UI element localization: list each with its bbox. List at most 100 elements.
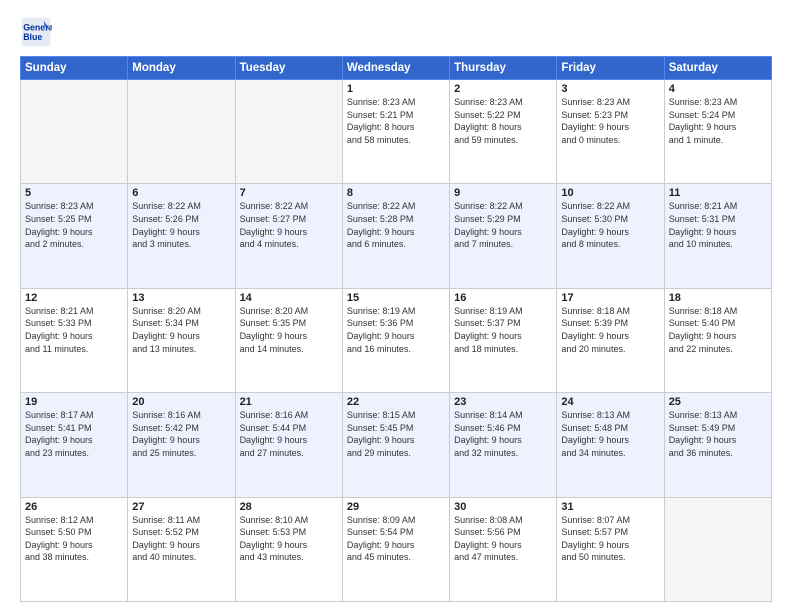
calendar-cell: 30Sunrise: 8:08 AM Sunset: 5:56 PM Dayli… [450, 497, 557, 601]
calendar-cell: 5Sunrise: 8:23 AM Sunset: 5:25 PM Daylig… [21, 184, 128, 288]
calendar-cell [235, 80, 342, 184]
day-number: 12 [25, 292, 123, 304]
day-number: 11 [669, 187, 767, 199]
day-number: 30 [454, 501, 552, 513]
day-number: 17 [561, 292, 659, 304]
day-number: 10 [561, 187, 659, 199]
logo-icon: General Blue [20, 16, 52, 48]
day-number: 6 [132, 187, 230, 199]
logo: General Blue [20, 16, 56, 48]
day-number: 31 [561, 501, 659, 513]
calendar-cell: 23Sunrise: 8:14 AM Sunset: 5:46 PM Dayli… [450, 393, 557, 497]
day-number: 9 [454, 187, 552, 199]
calendar-cell: 13Sunrise: 8:20 AM Sunset: 5:34 PM Dayli… [128, 288, 235, 392]
calendar-cell: 27Sunrise: 8:11 AM Sunset: 5:52 PM Dayli… [128, 497, 235, 601]
day-info: Sunrise: 8:19 AM Sunset: 5:37 PM Dayligh… [454, 305, 552, 355]
day-number: 19 [25, 396, 123, 408]
calendar-cell: 21Sunrise: 8:16 AM Sunset: 5:44 PM Dayli… [235, 393, 342, 497]
calendar-cell: 6Sunrise: 8:22 AM Sunset: 5:26 PM Daylig… [128, 184, 235, 288]
day-info: Sunrise: 8:18 AM Sunset: 5:40 PM Dayligh… [669, 305, 767, 355]
day-info: Sunrise: 8:19 AM Sunset: 5:36 PM Dayligh… [347, 305, 445, 355]
calendar-cell: 31Sunrise: 8:07 AM Sunset: 5:57 PM Dayli… [557, 497, 664, 601]
calendar-cell: 8Sunrise: 8:22 AM Sunset: 5:28 PM Daylig… [342, 184, 449, 288]
day-number: 3 [561, 83, 659, 95]
day-info: Sunrise: 8:21 AM Sunset: 5:33 PM Dayligh… [25, 305, 123, 355]
day-number: 15 [347, 292, 445, 304]
calendar-cell [128, 80, 235, 184]
day-number: 16 [454, 292, 552, 304]
header: General Blue [20, 16, 772, 48]
week-row-3: 12Sunrise: 8:21 AM Sunset: 5:33 PM Dayli… [21, 288, 772, 392]
day-number: 20 [132, 396, 230, 408]
calendar: SundayMondayTuesdayWednesdayThursdayFrid… [20, 56, 772, 602]
day-number: 13 [132, 292, 230, 304]
day-number: 7 [240, 187, 338, 199]
day-number: 14 [240, 292, 338, 304]
calendar-cell: 2Sunrise: 8:23 AM Sunset: 5:22 PM Daylig… [450, 80, 557, 184]
calendar-cell [664, 497, 771, 601]
weekday-header-row: SundayMondayTuesdayWednesdayThursdayFrid… [21, 57, 772, 80]
day-number: 29 [347, 501, 445, 513]
day-number: 28 [240, 501, 338, 513]
day-info: Sunrise: 8:23 AM Sunset: 5:22 PM Dayligh… [454, 96, 552, 146]
calendar-cell: 17Sunrise: 8:18 AM Sunset: 5:39 PM Dayli… [557, 288, 664, 392]
day-info: Sunrise: 8:07 AM Sunset: 5:57 PM Dayligh… [561, 514, 659, 564]
weekday-header-sunday: Sunday [21, 57, 128, 80]
day-info: Sunrise: 8:14 AM Sunset: 5:46 PM Dayligh… [454, 409, 552, 459]
calendar-cell: 3Sunrise: 8:23 AM Sunset: 5:23 PM Daylig… [557, 80, 664, 184]
day-info: Sunrise: 8:13 AM Sunset: 5:48 PM Dayligh… [561, 409, 659, 459]
weekday-header-monday: Monday [128, 57, 235, 80]
page: General Blue SundayMondayTuesdayWednesda… [0, 0, 792, 612]
calendar-cell: 11Sunrise: 8:21 AM Sunset: 5:31 PM Dayli… [664, 184, 771, 288]
calendar-cell: 7Sunrise: 8:22 AM Sunset: 5:27 PM Daylig… [235, 184, 342, 288]
day-info: Sunrise: 8:21 AM Sunset: 5:31 PM Dayligh… [669, 200, 767, 250]
day-info: Sunrise: 8:10 AM Sunset: 5:53 PM Dayligh… [240, 514, 338, 564]
day-info: Sunrise: 8:15 AM Sunset: 5:45 PM Dayligh… [347, 409, 445, 459]
day-info: Sunrise: 8:22 AM Sunset: 5:29 PM Dayligh… [454, 200, 552, 250]
day-info: Sunrise: 8:16 AM Sunset: 5:44 PM Dayligh… [240, 409, 338, 459]
week-row-1: 1Sunrise: 8:23 AM Sunset: 5:21 PM Daylig… [21, 80, 772, 184]
calendar-cell: 14Sunrise: 8:20 AM Sunset: 5:35 PM Dayli… [235, 288, 342, 392]
day-number: 23 [454, 396, 552, 408]
day-number: 27 [132, 501, 230, 513]
weekday-header-tuesday: Tuesday [235, 57, 342, 80]
day-number: 21 [240, 396, 338, 408]
day-number: 22 [347, 396, 445, 408]
weekday-header-thursday: Thursday [450, 57, 557, 80]
day-number: 1 [347, 83, 445, 95]
day-info: Sunrise: 8:23 AM Sunset: 5:25 PM Dayligh… [25, 200, 123, 250]
day-number: 2 [454, 83, 552, 95]
calendar-cell: 4Sunrise: 8:23 AM Sunset: 5:24 PM Daylig… [664, 80, 771, 184]
day-info: Sunrise: 8:11 AM Sunset: 5:52 PM Dayligh… [132, 514, 230, 564]
calendar-cell: 12Sunrise: 8:21 AM Sunset: 5:33 PM Dayli… [21, 288, 128, 392]
day-info: Sunrise: 8:22 AM Sunset: 5:26 PM Dayligh… [132, 200, 230, 250]
day-info: Sunrise: 8:16 AM Sunset: 5:42 PM Dayligh… [132, 409, 230, 459]
calendar-cell: 10Sunrise: 8:22 AM Sunset: 5:30 PM Dayli… [557, 184, 664, 288]
day-number: 24 [561, 396, 659, 408]
day-info: Sunrise: 8:09 AM Sunset: 5:54 PM Dayligh… [347, 514, 445, 564]
week-row-2: 5Sunrise: 8:23 AM Sunset: 5:25 PM Daylig… [21, 184, 772, 288]
day-info: Sunrise: 8:17 AM Sunset: 5:41 PM Dayligh… [25, 409, 123, 459]
day-number: 26 [25, 501, 123, 513]
day-number: 4 [669, 83, 767, 95]
svg-text:Blue: Blue [23, 32, 42, 42]
week-row-5: 26Sunrise: 8:12 AM Sunset: 5:50 PM Dayli… [21, 497, 772, 601]
calendar-cell: 29Sunrise: 8:09 AM Sunset: 5:54 PM Dayli… [342, 497, 449, 601]
week-row-4: 19Sunrise: 8:17 AM Sunset: 5:41 PM Dayli… [21, 393, 772, 497]
calendar-cell: 20Sunrise: 8:16 AM Sunset: 5:42 PM Dayli… [128, 393, 235, 497]
calendar-cell: 26Sunrise: 8:12 AM Sunset: 5:50 PM Dayli… [21, 497, 128, 601]
weekday-header-friday: Friday [557, 57, 664, 80]
day-info: Sunrise: 8:13 AM Sunset: 5:49 PM Dayligh… [669, 409, 767, 459]
day-info: Sunrise: 8:12 AM Sunset: 5:50 PM Dayligh… [25, 514, 123, 564]
day-info: Sunrise: 8:23 AM Sunset: 5:24 PM Dayligh… [669, 96, 767, 146]
day-number: 18 [669, 292, 767, 304]
calendar-cell: 25Sunrise: 8:13 AM Sunset: 5:49 PM Dayli… [664, 393, 771, 497]
day-number: 5 [25, 187, 123, 199]
day-number: 8 [347, 187, 445, 199]
day-number: 25 [669, 396, 767, 408]
calendar-cell: 1Sunrise: 8:23 AM Sunset: 5:21 PM Daylig… [342, 80, 449, 184]
weekday-header-wednesday: Wednesday [342, 57, 449, 80]
calendar-cell: 16Sunrise: 8:19 AM Sunset: 5:37 PM Dayli… [450, 288, 557, 392]
calendar-cell: 19Sunrise: 8:17 AM Sunset: 5:41 PM Dayli… [21, 393, 128, 497]
calendar-cell: 15Sunrise: 8:19 AM Sunset: 5:36 PM Dayli… [342, 288, 449, 392]
